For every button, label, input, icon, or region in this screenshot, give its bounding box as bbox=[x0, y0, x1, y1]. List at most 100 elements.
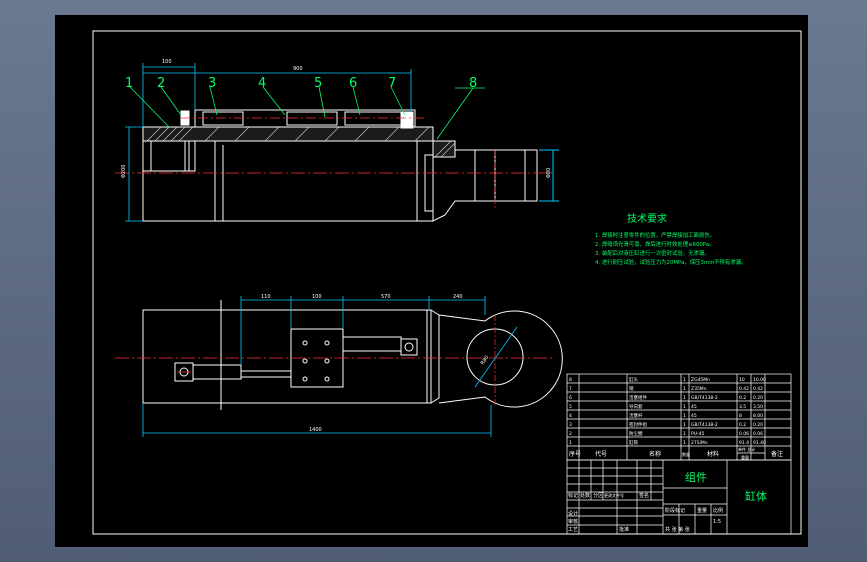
bom-cell-name: 活塞组件 bbox=[629, 394, 647, 401]
part-number-2: 2 bbox=[157, 76, 165, 91]
part-number-1: 1 bbox=[125, 76, 133, 91]
title-label-review: 审核 bbox=[568, 518, 578, 525]
title-scale-value: 1:5 bbox=[713, 519, 721, 525]
bom-rows: 8 缸头 1 ZG45Mn 10 10.007 销 1 Z35Mn 0.42 0.426 活塞组件 1 G… bbox=[569, 376, 766, 446]
dim-top-2: 900 bbox=[293, 66, 303, 72]
dim-bottom-1: 110 bbox=[261, 294, 271, 300]
bom-cell-no: 6 bbox=[569, 395, 572, 401]
title-label-count: 处数 bbox=[580, 492, 590, 499]
dim-top-right: Φ80 bbox=[546, 168, 552, 178]
bom-cell-w1: 3.5 bbox=[739, 404, 746, 410]
title-label-mark: 标记 bbox=[568, 492, 578, 499]
tech-item-1: 1. 焊接时注意零件的位置，严禁焊接加工面损伤。 bbox=[595, 231, 715, 239]
title-part-name: 缸体 bbox=[745, 489, 767, 503]
part-number-5: 5 bbox=[314, 76, 322, 91]
bom-cell-no: 5 bbox=[569, 404, 572, 410]
bom-cell-name: 密封件组 bbox=[629, 421, 647, 428]
top-view bbox=[142, 109, 559, 222]
bom-cell-no: 4 bbox=[569, 413, 572, 419]
inner-border bbox=[92, 30, 802, 535]
bom-cell-name: 防尘圈 bbox=[629, 430, 643, 437]
bom-header-material: 材料 bbox=[707, 450, 719, 458]
bom-cell-w1: 0.2 bbox=[739, 395, 746, 401]
bom-cell-no: 7 bbox=[569, 386, 572, 392]
title-label-design: 设计 bbox=[568, 510, 578, 517]
dim-radius: R80 bbox=[480, 355, 491, 367]
bom-cell-material: ZG45Mn bbox=[691, 377, 710, 383]
bom-cell-no: 2 bbox=[569, 431, 572, 437]
bom-cell-w2: 8.00 bbox=[753, 413, 763, 419]
dim-bottom-3: 570 bbox=[381, 294, 391, 300]
bom-cell-qty: 1 bbox=[683, 440, 686, 446]
bom-cell-w1: 91.4 bbox=[739, 440, 749, 446]
title-label-sign: 签名 bbox=[639, 492, 649, 499]
bom-header-weight-cols: 单件 总计 bbox=[738, 446, 755, 452]
bom-cell-w1: 10 bbox=[739, 377, 745, 383]
bom-cell-material: PU-45 bbox=[691, 431, 704, 437]
bom-cell-material: Z35Mn bbox=[691, 386, 707, 392]
bom-header-no: 序号 bbox=[569, 450, 581, 458]
bom-cell-name: 缸筒 bbox=[629, 439, 638, 446]
bom-cell-w2: 10.00 bbox=[753, 377, 766, 383]
part-number-3: 3 bbox=[208, 76, 216, 91]
bom-cell-material: 27SiMn bbox=[691, 440, 708, 446]
part-number-8: 8 bbox=[469, 76, 477, 91]
bom-cell-qty: 1 bbox=[683, 395, 686, 401]
bom-cell-material: GB/T4138-2 bbox=[691, 395, 718, 401]
tech-item-3: 3. 装配后对液压缸进行一次密封试验，无渗漏。 bbox=[595, 249, 710, 257]
bom-cell-w2: 0.06 bbox=[753, 431, 763, 437]
dim-bottom-4: 240 bbox=[453, 294, 463, 300]
dim-top-left: Φ200 bbox=[121, 165, 127, 178]
title-assembly: 组件 bbox=[685, 470, 707, 484]
title-label-weight: 重量 bbox=[697, 507, 707, 514]
bom-cell-name: 销 bbox=[629, 385, 634, 392]
bom-cell-material: GB/T4138-2 bbox=[691, 422, 718, 428]
drawing-sheet[interactable]: 100 900 Φ200 Φ80 1 2 3 4 5 6 7 8 技术要求 1.… bbox=[55, 15, 808, 547]
tech-requirements-title: 技术要求 bbox=[627, 212, 667, 225]
title-label-change: 更改文件号 bbox=[604, 492, 624, 498]
bom-header-code: 代号 bbox=[595, 450, 607, 458]
bom-cell-w1: 0.2 bbox=[739, 422, 746, 428]
bom-cell-name: 缸头 bbox=[629, 376, 638, 383]
bom-cell-qty: 1 bbox=[683, 377, 686, 383]
bom-cell-no: 1 bbox=[569, 440, 572, 446]
bom-cell-qty: 1 bbox=[683, 404, 686, 410]
bom-cell-w2: 0.42 bbox=[753, 386, 763, 392]
part-number-7: 7 bbox=[388, 76, 396, 91]
bom-cell-w2: 3.50 bbox=[753, 404, 763, 410]
bom-cell-w1: 0.06 bbox=[739, 431, 749, 437]
bom-cell-w1: 8 bbox=[739, 413, 742, 419]
bom-cell-qty: 1 bbox=[683, 386, 686, 392]
bom-cell-qty: 1 bbox=[683, 431, 686, 437]
bom-header-weight: 重量 bbox=[741, 454, 749, 460]
title-label-zone: 分区 bbox=[593, 492, 603, 499]
bom-cell-w1: 0.42 bbox=[739, 386, 749, 392]
bom-header-name: 名称 bbox=[649, 450, 661, 458]
bom-cell-material: 45 bbox=[691, 404, 697, 410]
bom-cell-w2: 0.20 bbox=[753, 422, 763, 428]
tech-item-4: 4. 进行耐压试验，试验压力为20MPa，保压3min不得有渗漏。 bbox=[595, 258, 746, 266]
dim-bottom-total: 1400 bbox=[309, 427, 322, 433]
cad-viewport[interactable]: 100 900 Φ200 Φ80 1 2 3 4 5 6 7 8 技术要求 1.… bbox=[0, 0, 867, 562]
tech-requirements: 技术要求 1. 焊接时注意零件的位置，严禁焊接加工面损伤。 2. 焊缝须光滑可靠… bbox=[595, 212, 746, 266]
bom-header-qty: 数量 bbox=[682, 451, 690, 457]
part-number-4: 4 bbox=[258, 76, 266, 91]
tech-item-2: 2. 焊缝须光滑可靠，焊后进行时效处理≤600Pa。 bbox=[595, 240, 715, 248]
title-label-process: 工艺 bbox=[568, 527, 578, 533]
bom-header-remark: 备注 bbox=[771, 450, 783, 458]
bom-cell-qty: 1 bbox=[683, 413, 686, 419]
bom-cell-name: 活塞杆 bbox=[629, 412, 643, 419]
top-dimensions bbox=[125, 63, 412, 222]
dim-top-1: 100 bbox=[162, 59, 172, 65]
bom-cell-no: 3 bbox=[569, 422, 572, 428]
bottom-view bbox=[142, 300, 563, 410]
dim-bottom-2: 100 bbox=[312, 294, 322, 300]
bom-cell-w2: 0.20 bbox=[753, 395, 763, 401]
title-label-stage: 阶段标记 bbox=[665, 507, 685, 514]
bom-cell-qty: 1 bbox=[683, 422, 686, 428]
bom-cell-name: 导向套 bbox=[629, 403, 643, 410]
drawing-canvas: 100 900 Φ200 Φ80 1 2 3 4 5 6 7 8 技术要求 1.… bbox=[92, 30, 802, 535]
title-label-approve: 批准 bbox=[619, 526, 629, 533]
bom-cell-no: 8 bbox=[569, 377, 572, 383]
title-label-scale: 比例 bbox=[713, 507, 723, 514]
